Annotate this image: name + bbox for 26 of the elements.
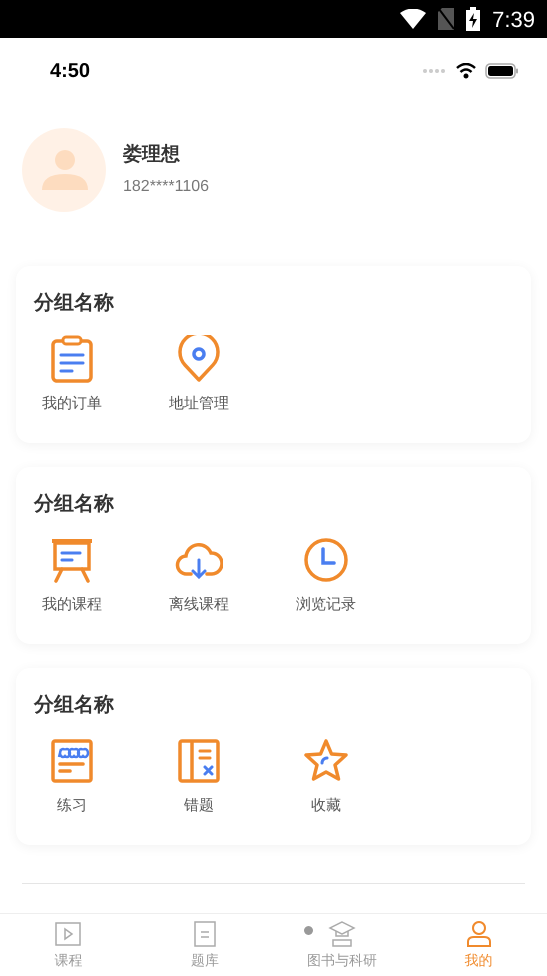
clock-time: 7:39 [492, 6, 535, 34]
menu-item[interactable]: 我的课程 [16, 536, 128, 616]
clock-time: 4:50 [50, 59, 90, 84]
menu-item[interactable]: 错题 [143, 737, 255, 818]
avatar-icon [22, 128, 106, 212]
phone-number: 182****1106 [123, 177, 210, 198]
wifi-icon [400, 9, 426, 29]
user-name: 娄理想 [123, 142, 181, 167]
group-title: 分组名称 [32, 693, 114, 718]
menu-item[interactable]: 收藏 [270, 737, 382, 818]
menu-item[interactable]: 练习 [16, 737, 128, 818]
group-title: 分组名称 [32, 492, 114, 517]
group-title: 分组名称 [32, 291, 114, 316]
no-sim-icon [438, 8, 454, 30]
graduation-cap-icon [328, 920, 356, 948]
play-icon [54, 920, 82, 948]
battery-charging-icon [466, 7, 480, 31]
menu-item[interactable]: 地址管理 [143, 335, 255, 416]
menu-item[interactable]: 离线课程 [143, 536, 255, 616]
wifi-icon [455, 63, 477, 79]
person-icon [464, 920, 493, 948]
clock-icon [302, 536, 350, 584]
menu-item[interactable]: 我的订单 [16, 335, 128, 416]
menu-item[interactable]: 浏览记录 [270, 536, 382, 616]
signal-dots-icon [423, 69, 447, 73]
battery-icon [485, 63, 519, 79]
